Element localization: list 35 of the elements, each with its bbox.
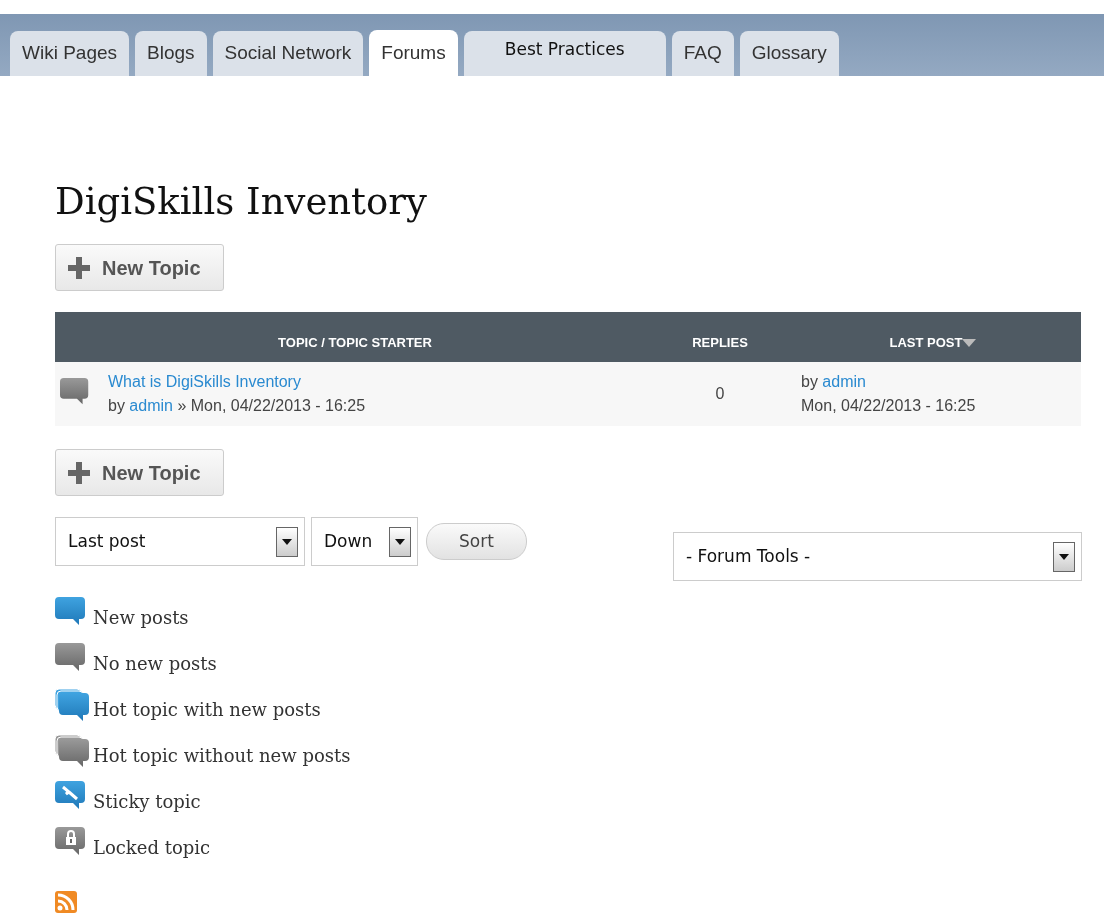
sort-field-select[interactable]: Last post [55, 517, 305, 567]
legend-label: New posts [93, 606, 189, 631]
plus-icon [68, 461, 90, 484]
post-date: Mon, 04/22/2013 - 16:25 [190, 397, 366, 415]
by-label: by [801, 373, 818, 391]
legend-label: Hot topic without new posts [93, 744, 351, 769]
sort-order-select[interactable]: Down [311, 517, 418, 567]
replies-count: 0 [655, 362, 785, 427]
column-header[interactable]: TOPIC / TOPIC STARTER [55, 312, 655, 363]
nav-tab[interactable]: Glossary [739, 31, 839, 76]
legend-label: No new posts [93, 652, 217, 677]
user-link[interactable]: admin [822, 373, 866, 391]
new-topic-button[interactable]: New Topic [55, 449, 224, 497]
rss-icon[interactable] [55, 891, 77, 914]
sort-button[interactable]: Sort [426, 523, 527, 561]
forum-tools-select[interactable]: - Forum Tools - [673, 532, 1082, 582]
separator: » [177, 397, 187, 415]
nav-tab[interactable]: Forums [369, 30, 458, 76]
legend-label: Sticky topic [93, 790, 201, 815]
nav-tab[interactable]: Best Practices [463, 31, 666, 76]
nav-tab[interactable]: FAQ [671, 31, 734, 76]
topic-link[interactable]: What is DigiSkills Inventory [108, 373, 301, 391]
last-post-date: Mon, 04/22/2013 - 16:25 [801, 396, 977, 417]
nav-tab[interactable]: Blogs [135, 31, 207, 76]
nav-tab[interactable]: Social Network [212, 31, 364, 76]
plus-icon [68, 256, 90, 279]
legend-label: Locked topic [93, 836, 211, 861]
user-link[interactable]: admin [129, 397, 173, 415]
nav-tab[interactable]: Wiki Pages [10, 31, 130, 76]
column-header[interactable]: REPLIES [655, 312, 785, 363]
page-title: DigiSkills Inventory [55, 180, 428, 225]
legend-label: Hot topic with new posts [93, 698, 321, 723]
new-topic-button[interactable]: New Topic [55, 244, 224, 292]
by-label: by [108, 397, 125, 415]
column-header[interactable]: LAST POST [785, 312, 1081, 363]
